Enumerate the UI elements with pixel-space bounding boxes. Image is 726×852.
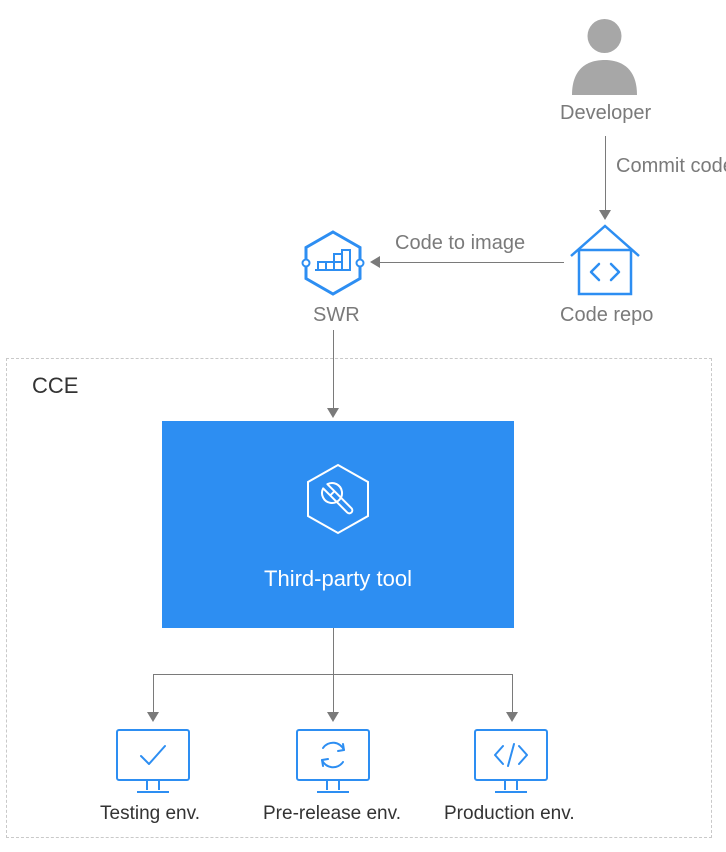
arrow-swr-to-tool	[333, 330, 334, 410]
arrow-code-to-image	[378, 262, 564, 263]
testing-env-label: Testing env.	[100, 803, 200, 825]
pre-release-env-icon	[293, 726, 373, 796]
third-party-tool-block: Third-party tool	[162, 421, 514, 628]
pre-release-env-label: Pre-release env.	[263, 803, 401, 825]
arrow-branch-mid	[333, 674, 334, 714]
arrow-branch-right	[512, 674, 513, 714]
wrench-icon	[298, 459, 378, 544]
code-repo-label: Code repo	[560, 304, 653, 327]
arrow-swr-to-tool-head	[327, 408, 339, 418]
developer-icon	[567, 15, 642, 95]
swr-icon	[298, 228, 368, 298]
code-repo-icon	[565, 220, 645, 300]
arrow-commit-code	[605, 136, 606, 213]
diagram-canvas: Developer Commit code Code repo Code to …	[0, 0, 726, 852]
developer-label: Developer	[560, 102, 651, 125]
production-env-label: Production env.	[444, 803, 575, 825]
code-to-image-label: Code to image	[395, 232, 525, 255]
arrow-commit-code-head	[599, 210, 611, 220]
arrow-code-to-image-head	[370, 256, 380, 268]
swr-label: SWR	[313, 304, 360, 327]
arrow-tool-stem	[333, 628, 334, 674]
commit-code-label: Commit code	[616, 155, 726, 178]
production-env-icon	[471, 726, 551, 796]
third-party-tool-label: Third-party tool	[162, 566, 514, 592]
arrow-branch-mid-head	[327, 712, 339, 722]
testing-env-icon	[113, 726, 193, 796]
arrow-branch-left	[153, 674, 154, 714]
cce-label: CCE	[32, 373, 78, 399]
arrow-branch-right-head	[506, 712, 518, 722]
arrow-branch-left-head	[147, 712, 159, 722]
